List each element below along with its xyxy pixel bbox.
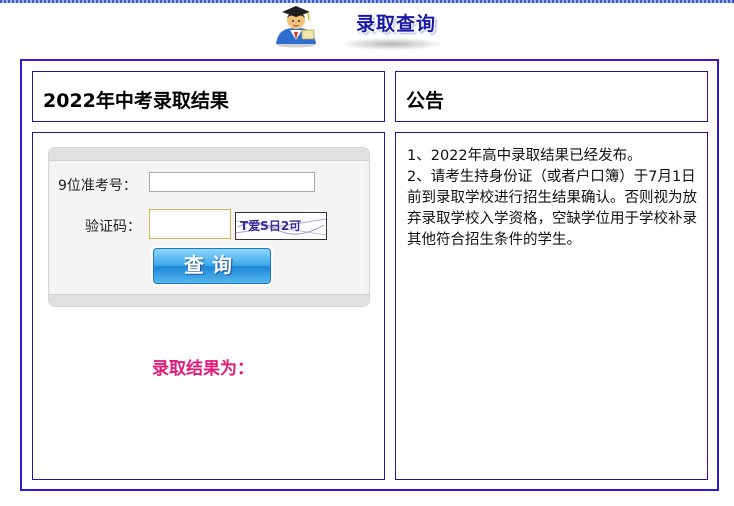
results-panel-title: 2022年中考录取结果 <box>43 90 229 112</box>
left-panel-header: 2022年中考录取结果 <box>32 71 385 122</box>
student-graduate-icon <box>272 4 320 48</box>
page-title: 录取查询 <box>356 13 437 35</box>
query-form: 9位准考号： 验证码： T爱S日2可 查询 <box>48 147 370 307</box>
captcha-image[interactable]: T爱S日2可 <box>235 212 327 240</box>
query-button[interactable]: 查询 <box>153 248 271 284</box>
notice-item: 1、2022年高中录取结果已经发布。 <box>407 148 642 164</box>
captcha-image-text: T爱S日2可 <box>240 219 302 233</box>
page-header: 录取查询 <box>0 0 734 56</box>
notice-panel-title: 公告 <box>406 90 445 112</box>
exam-number-input[interactable] <box>149 172 315 192</box>
query-panel: 9位准考号： 验证码： T爱S日2可 查询 录取结果为： <box>32 132 385 480</box>
notice-panel: 1、2022年高中录取结果已经发布。 2、请考生持身份证（或者户口簿）于7月1日… <box>395 132 708 480</box>
title-shadow-decoration <box>342 38 442 50</box>
notice-list: 1、2022年高中录取结果已经发布。 2、请考生持身份证（或者户口簿）于7月1日… <box>407 146 703 251</box>
exam-number-label: 9位准考号： <box>58 178 137 194</box>
main-frame: 2022年中考录取结果 公告 9位准考号： 验证码： T爱S日2可 查询 录取结… <box>20 59 719 491</box>
result-label: 录取结果为： <box>152 359 254 379</box>
right-panel-header: 公告 <box>395 71 708 122</box>
captcha-input[interactable] <box>149 209 231 239</box>
form-top-bar <box>49 148 369 161</box>
notice-item: 2、请考生持身份证（或者户口簿）于7月1日前到录取学校进行招生结果确认。否则视为… <box>407 169 697 248</box>
captcha-label: 验证码： <box>85 219 141 235</box>
form-bottom-bar <box>49 294 369 306</box>
